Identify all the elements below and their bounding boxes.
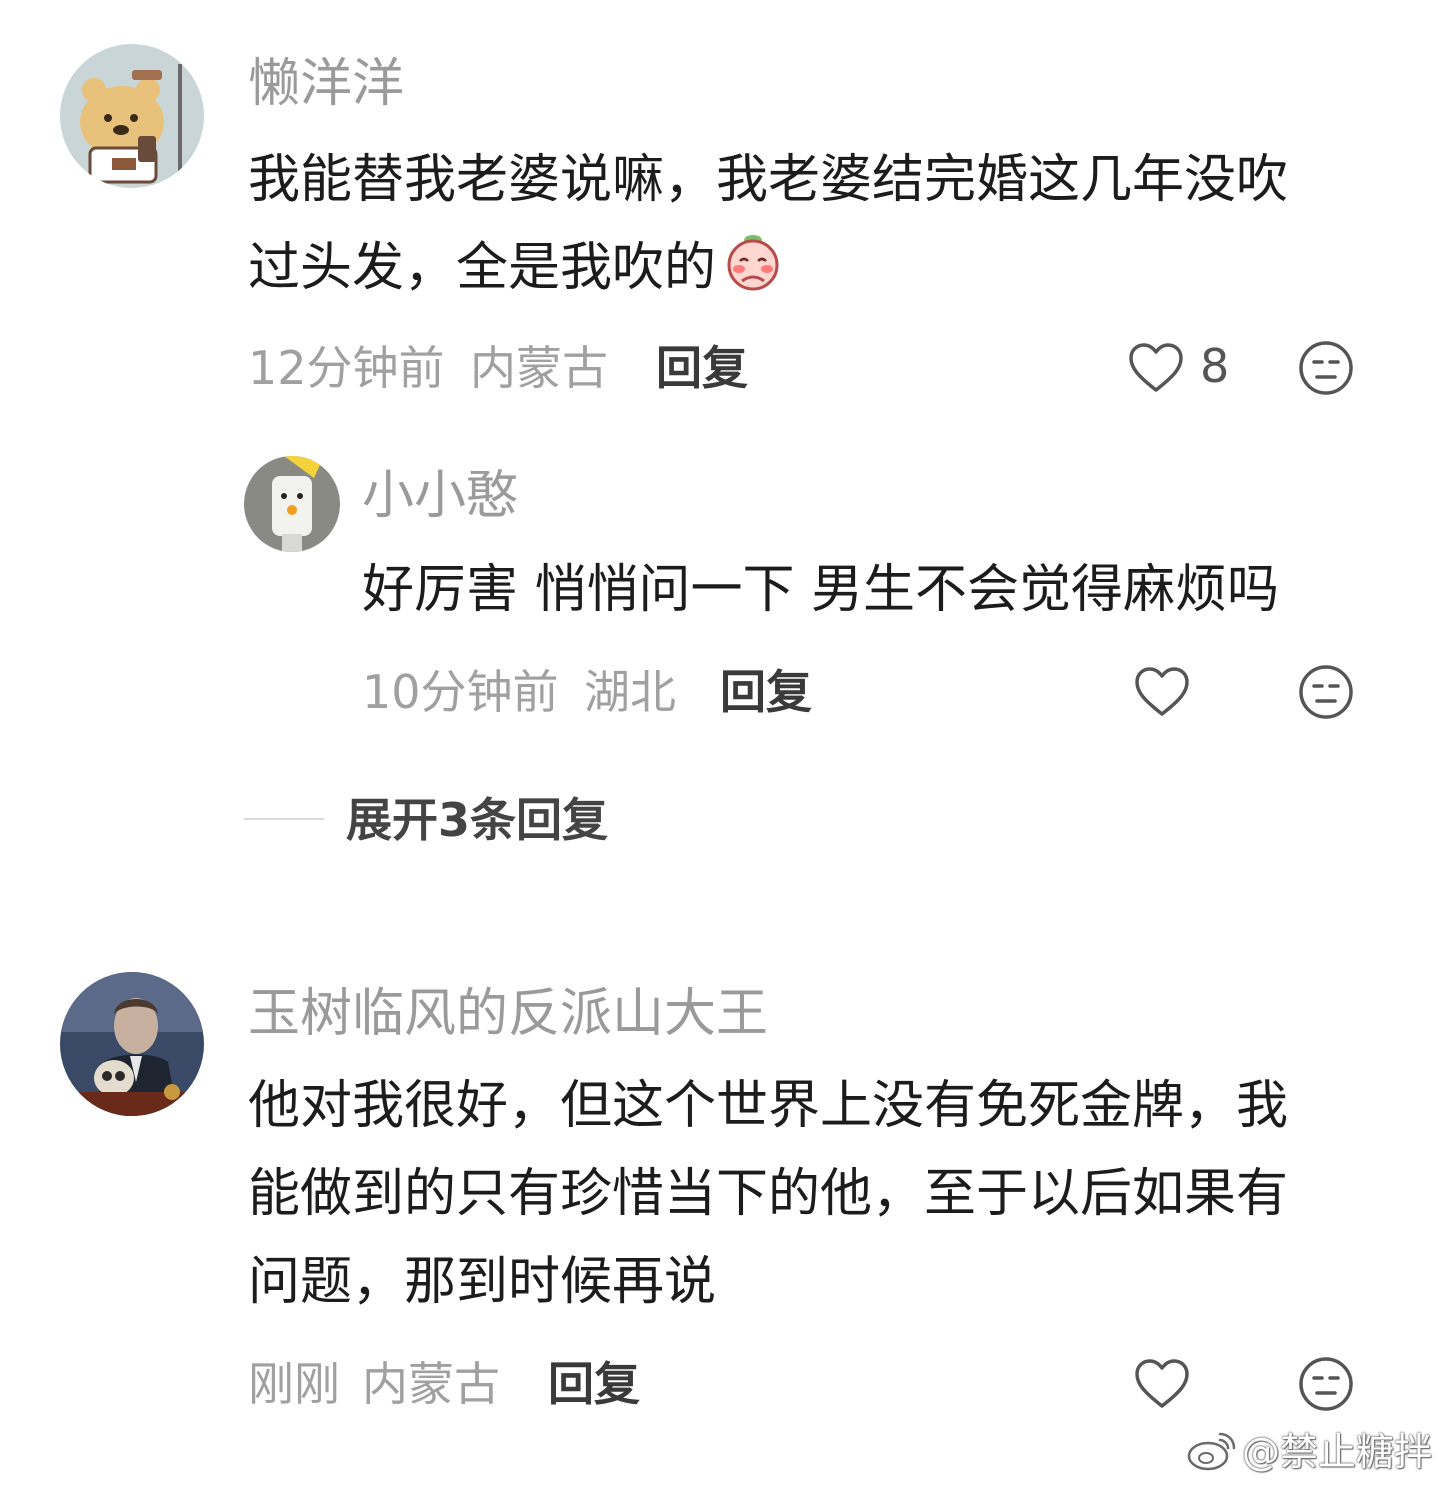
avatar[interactable] (244, 456, 340, 552)
meh-face-icon[interactable] (1298, 340, 1354, 396)
shy-peach-emoji (722, 229, 784, 291)
comment-text-line: 能做到的只有珍惜当下的他，至于以后如果有 (248, 1164, 1289, 1224)
username[interactable]: 小小憨 (362, 466, 518, 526)
reply-button[interactable]: 回复 (720, 664, 812, 720)
meh-face-icon[interactable] (1298, 664, 1354, 720)
avatar[interactable] (60, 972, 204, 1116)
comment-time: 10分钟前 (362, 665, 559, 719)
comment-location: 内蒙古 (362, 1357, 500, 1411)
username[interactable]: 玉树临风的反派山大王 (248, 984, 768, 1044)
heart-outline-icon[interactable] (1134, 666, 1190, 718)
divider (244, 818, 324, 820)
comment-location: 湖北 (584, 665, 676, 719)
comment-text-line: 问题，那到时候再说 (248, 1252, 717, 1312)
reply-button[interactable]: 回复 (656, 340, 748, 396)
comment-text-line: 好厉害 悄悄问一下 男生不会觉得麻烦吗 (362, 560, 1280, 620)
comment-text-line: 过头发，全是我吹的 (248, 224, 784, 312)
like-count: 8 (1200, 339, 1230, 393)
expand-replies-label[interactable]: 展开3条回复 (346, 792, 608, 848)
meh-face-icon[interactable] (1298, 1356, 1354, 1412)
username[interactable]: 懒洋洋 (248, 54, 404, 114)
heart-outline-icon[interactable] (1134, 1358, 1190, 1410)
comment-text-line: 他对我很好，但这个世界上没有免死金牌，我 (248, 1076, 1289, 1136)
comment-text-line: 我能替我老婆说嘛，我老婆结完婚这几年没吹 (248, 150, 1289, 210)
heart-outline-icon[interactable] (1128, 342, 1184, 394)
comment-time: 刚刚 (248, 1357, 340, 1411)
watermark-text: @禁止糖拌 (1242, 1430, 1433, 1474)
weibo-logo-icon (1186, 1428, 1238, 1472)
comment-location: 内蒙古 (470, 341, 608, 395)
avatar[interactable] (60, 44, 204, 188)
reply-button[interactable]: 回复 (548, 1356, 640, 1412)
comment-time: 12分钟前 (248, 341, 445, 395)
